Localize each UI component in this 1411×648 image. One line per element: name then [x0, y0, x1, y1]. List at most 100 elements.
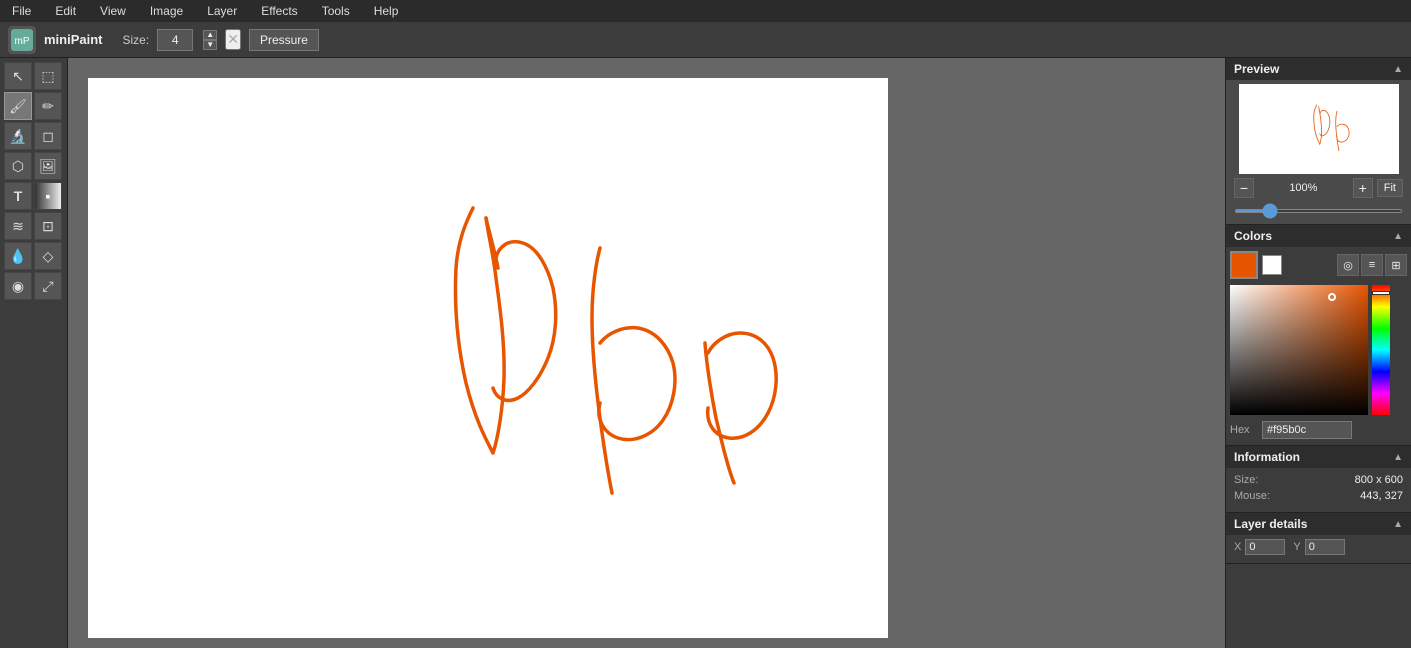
color-cursor — [1328, 293, 1336, 301]
preview-section: Preview ▲ − 100% + Fit — [1226, 58, 1411, 225]
tool-row-8: ◉ ⤢ — [4, 272, 63, 300]
menu-edit[interactable]: Edit — [51, 2, 80, 20]
info-content: Size: 800 x 600 Mouse: 443, 327 — [1226, 468, 1411, 512]
marquee-tool[interactable]: ⬚ — [34, 62, 62, 90]
menu-bar: File Edit View Image Layer Effects Tools… — [0, 0, 1411, 22]
layer-xy-row: X Y — [1234, 539, 1403, 555]
layer-y-field: Y — [1293, 539, 1344, 555]
color-gradient[interactable] — [1230, 285, 1368, 415]
colors-collapse-icon: ▲ — [1393, 231, 1403, 242]
layer-details-collapse-icon: ▲ — [1393, 519, 1403, 530]
size-down-button[interactable]: ▼ — [203, 40, 217, 50]
crop-tool[interactable]: ⊡ — [34, 212, 62, 240]
eyedropper-tool[interactable]: 🔬 — [4, 122, 32, 150]
hue-cursor — [1372, 291, 1390, 295]
gradient-tool[interactable]: ▪ — [34, 182, 62, 210]
transform-tool[interactable]: ⤢ — [34, 272, 62, 300]
right-panel: Preview ▲ − 100% + Fit — [1225, 58, 1411, 648]
toolbar: mP miniPaint Size: ▲ ▼ ✕ Pressure — [0, 22, 1411, 58]
main-area: ↖ ⬚ 🖌 ✏ 🔬 ◻ ⬡ 🖼 T ▪ ≋ ⊡ 💧 ◇ ◉ ⤢ — [0, 58, 1411, 648]
layer-details-section: Layer details ▲ X Y — [1226, 513, 1411, 564]
tool-row-5: T ▪ — [4, 182, 63, 210]
color-sliders-button[interactable]: ≡ — [1361, 254, 1383, 276]
menu-layer[interactable]: Layer — [203, 2, 241, 20]
layer-y-input[interactable] — [1305, 539, 1345, 555]
color-palette-button[interactable]: ⊞ — [1385, 254, 1407, 276]
zoom-out-button[interactable]: − — [1234, 178, 1254, 198]
blur-tool[interactable]: ≋ — [4, 212, 32, 240]
hex-row: Hex — [1230, 419, 1407, 441]
main-color-swatch[interactable] — [1230, 251, 1258, 279]
info-size-row: Size: 800 x 600 — [1234, 474, 1403, 486]
menu-tools[interactable]: Tools — [318, 2, 354, 20]
information-header[interactable]: Information ▲ — [1226, 446, 1411, 468]
size-input[interactable] — [157, 29, 193, 51]
app-logo: mP — [8, 26, 36, 54]
canvas-area[interactable] — [68, 58, 1225, 648]
zoom-slider-bar — [1230, 202, 1407, 216]
size-spinner: ▲ ▼ — [203, 30, 217, 50]
image-tool[interactable]: 🖼 — [34, 152, 62, 180]
zoom-slider[interactable] — [1234, 209, 1403, 213]
pencil-tool[interactable]: ✏ — [34, 92, 62, 120]
tool-row-1: ↖ ⬚ — [4, 62, 63, 90]
layer-x-input[interactable] — [1245, 539, 1285, 555]
canvas[interactable] — [88, 78, 888, 638]
info-mouse-value: 443, 327 — [1360, 490, 1403, 502]
information-title: Information — [1234, 450, 1300, 464]
color-hue-bar[interactable] — [1372, 285, 1390, 415]
colors-header[interactable]: Colors ▲ — [1226, 225, 1411, 247]
gem-tool[interactable]: ◇ — [34, 242, 62, 270]
fill-tool[interactable]: ⬡ — [4, 152, 32, 180]
colors-title: Colors — [1234, 229, 1272, 243]
pressure-button[interactable]: Pressure — [249, 29, 319, 51]
media-tool[interactable]: ◉ — [4, 272, 32, 300]
preview-header[interactable]: Preview ▲ — [1226, 58, 1411, 80]
tool-row-6: ≋ ⊡ — [4, 212, 63, 240]
info-mouse-label: Mouse: — [1234, 490, 1270, 502]
color-wheel-button[interactable]: ◎ — [1337, 254, 1359, 276]
tool-row-4: ⬡ 🖼 — [4, 152, 63, 180]
info-size-label: Size: — [1234, 474, 1258, 486]
toolbox: ↖ ⬚ 🖌 ✏ 🔬 ◻ ⬡ 🖼 T ▪ ≋ ⊡ 💧 ◇ ◉ ⤢ — [0, 58, 68, 648]
app-title: miniPaint — [44, 32, 103, 47]
brush-tool[interactable]: 🖌 — [4, 92, 32, 120]
menu-effects[interactable]: Effects — [257, 2, 301, 20]
tool-row-3: 🔬 ◻ — [4, 122, 63, 150]
zoom-in-button[interactable]: + — [1353, 178, 1373, 198]
menu-help[interactable]: Help — [370, 2, 403, 20]
information-section: Information ▲ Size: 800 x 600 Mouse: 443… — [1226, 446, 1411, 513]
hex-input[interactable] — [1262, 421, 1352, 439]
layer-x-field: X — [1234, 539, 1285, 555]
layer-x-label: X — [1234, 541, 1241, 553]
layer-details-header[interactable]: Layer details ▲ — [1226, 513, 1411, 535]
colors-content: ◎ ≡ ⊞ Hex — [1226, 247, 1411, 445]
info-mouse-row: Mouse: 443, 327 — [1234, 490, 1403, 502]
color-swatches: ◎ ≡ ⊞ — [1230, 251, 1407, 279]
text-tool[interactable]: T — [4, 182, 32, 210]
layer-details-content: X Y — [1226, 535, 1411, 563]
colors-section: Colors ▲ ◎ ≡ ⊞ — [1226, 225, 1411, 446]
bg-color-swatch[interactable] — [1262, 255, 1282, 275]
preview-title: Preview — [1234, 62, 1279, 76]
information-collapse-icon: ▲ — [1393, 452, 1403, 463]
tool-row-7: 💧 ◇ — [4, 242, 63, 270]
preview-thumbnail — [1239, 84, 1399, 174]
hex-label: Hex — [1230, 424, 1258, 436]
preview-collapse-icon: ▲ — [1393, 64, 1403, 75]
select-tool[interactable]: ↖ — [4, 62, 32, 90]
color-picker-area[interactable] — [1230, 285, 1390, 415]
preview-controls: − 100% + Fit — [1230, 174, 1407, 202]
layer-details-title: Layer details — [1234, 517, 1307, 531]
zoom-value: 100% — [1258, 182, 1349, 194]
menu-file[interactable]: File — [8, 2, 35, 20]
eraser-tool[interactable]: ◻ — [34, 122, 62, 150]
drop-tool[interactable]: 💧 — [4, 242, 32, 270]
pressure-close-button[interactable]: ✕ — [225, 29, 241, 50]
menu-view[interactable]: View — [96, 2, 130, 20]
preview-content: − 100% + Fit — [1226, 80, 1411, 224]
size-up-button[interactable]: ▲ — [203, 30, 217, 40]
size-label: Size: — [123, 33, 150, 47]
menu-image[interactable]: Image — [146, 2, 187, 20]
fit-button[interactable]: Fit — [1377, 179, 1403, 197]
